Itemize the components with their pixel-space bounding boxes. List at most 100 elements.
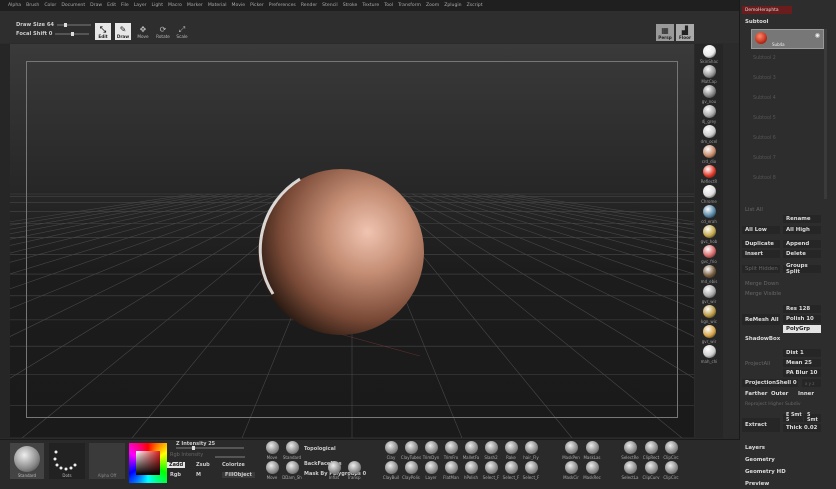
merge-down-button[interactable]: Merge Down	[742, 280, 792, 288]
material-15[interactable]: mah_chi	[699, 345, 719, 364]
select-brush-clipcurv[interactable]: ClipCurv	[641, 461, 661, 480]
menu-draw[interactable]: Draw	[90, 3, 102, 8]
list-all-button[interactable]: List All	[742, 206, 778, 214]
menu-preferences[interactable]: Preferences	[269, 3, 296, 8]
material-7[interactable]: Chrome	[699, 185, 719, 204]
brush-inflat[interactable]: Inflat	[324, 461, 344, 480]
s-smt-slider[interactable]: S Smt	[804, 413, 821, 423]
menu-color[interactable]: Color	[44, 3, 56, 8]
layers-section[interactable]: Layers	[742, 444, 822, 452]
brush-hair-fly[interactable]: hair_Fly	[521, 441, 541, 460]
subtool-slot[interactable]: Subtool 8	[751, 176, 819, 183]
subtool-slot[interactable]: Subtool 7	[751, 156, 819, 163]
menu-zplugin[interactable]: Zplugin	[444, 3, 461, 8]
material-10[interactable]: gvc_frio	[699, 245, 719, 264]
subtool-slot[interactable]: Subtool 4	[751, 96, 819, 103]
brush-trimdyn[interactable]: TrimDyn	[421, 441, 441, 460]
menu-edit[interactable]: Edit	[107, 3, 116, 8]
all-low-button[interactable]: All Low	[742, 226, 780, 234]
alpha-selector[interactable]: Alpha Off	[89, 443, 125, 479]
e-smt-slider[interactable]: E Smt 5	[783, 413, 803, 423]
topological-toggle[interactable]: Topological	[304, 446, 336, 452]
rgb-toggle[interactable]: Rgb	[170, 472, 181, 478]
brush-standard[interactable]: Standard	[282, 441, 302, 460]
menu-material[interactable]: Material	[208, 3, 227, 8]
material-13[interactable]: kgn_wic	[699, 305, 719, 324]
menu-render[interactable]: Render	[301, 3, 317, 8]
brush-rake[interactable]: Rake	[501, 441, 521, 460]
brush-selector[interactable]: Standard	[10, 443, 44, 479]
thick-slider[interactable]: Thick 0.02	[783, 424, 821, 432]
draw-size-slider[interactable]: Draw Size 64	[16, 22, 92, 28]
insert-button[interactable]: Insert	[742, 250, 780, 258]
inner-button[interactable]: Inner	[795, 390, 821, 398]
menu-document[interactable]: Document	[61, 3, 85, 8]
rename-button[interactable]: Rename	[783, 215, 821, 223]
brush-claybuil[interactable]: ClayBuil	[381, 461, 401, 480]
material-4[interactable]: dm_ocel	[699, 125, 719, 144]
select-brush-selectla[interactable]: SelectLa	[620, 461, 640, 480]
xyz-toggle[interactable]: x y z	[802, 379, 821, 387]
color-picker[interactable]	[129, 443, 167, 483]
brush-ddam-sh[interactable]: DDam_Sh	[282, 461, 302, 480]
persp-button[interactable]: ▦ Persp	[656, 24, 674, 41]
geometry-hd-section[interactable]: Geometry HD	[742, 468, 822, 476]
rgb-intensity-track[interactable]	[215, 456, 245, 458]
brush-clay[interactable]: Clay	[381, 441, 401, 460]
brush-select-f[interactable]: Select_F	[501, 461, 521, 480]
move-button[interactable]: ✥ Move	[135, 23, 151, 40]
zadd-toggle[interactable]: Zadd	[167, 462, 186, 468]
menu-zscript[interactable]: Zscript	[467, 3, 483, 8]
groups-split-button[interactable]: Groups Split	[783, 263, 821, 275]
menu-stencil[interactable]: Stencil	[322, 3, 338, 8]
select-brush-clipcirc[interactable]: ClipCirc	[661, 461, 681, 480]
farther-button[interactable]: Farther	[742, 390, 767, 398]
subtool-slot[interactable]: Subtool 3	[751, 76, 819, 83]
pa-blur-slider[interactable]: PA Blur 10	[783, 369, 821, 377]
material-14[interactable]: gvr_wir	[699, 325, 719, 344]
mask-brush-maskcir[interactable]: MaskCir	[561, 461, 581, 480]
rotate-button[interactable]: ⟳ Rotate	[155, 23, 171, 40]
material-9[interactable]: gvc_hob	[699, 225, 719, 244]
remesh-all-button[interactable]: ReMesh All	[742, 314, 780, 325]
brush-trimfro[interactable]: TrimFro	[441, 441, 461, 460]
polish-slider[interactable]: Polish 10	[783, 315, 821, 323]
brush-claytubes[interactable]: ClayTubes	[401, 441, 421, 460]
scale-button[interactable]: ⤢ Scale	[174, 23, 190, 40]
subtool-slot[interactable]: Subtool 2	[751, 56, 819, 63]
zsub-toggle[interactable]: Zsub	[196, 462, 210, 468]
menu-transform[interactable]: Transform	[398, 3, 421, 8]
material-12[interactable]: gvr_wir	[699, 285, 719, 304]
all-high-button[interactable]: All High	[783, 226, 821, 234]
material-5[interactable]: crd_dio	[699, 145, 719, 164]
rgb-intensity-label[interactable]: Rgb Intensity	[170, 452, 203, 458]
m-toggle[interactable]: M	[196, 472, 201, 478]
z-intensity-track[interactable]	[176, 446, 244, 450]
brush-select-f[interactable]: Select_F	[521, 461, 541, 480]
dist-slider[interactable]: Dist 1	[783, 349, 821, 357]
shadowbox-button[interactable]: ShadowBox	[742, 335, 792, 343]
menu-picker[interactable]: Picker	[250, 3, 264, 8]
polygrp-toggle[interactable]: PolyGrp	[783, 325, 821, 333]
menu-alpha[interactable]: Alpha	[8, 3, 21, 8]
menu-marker[interactable]: Marker	[187, 3, 203, 8]
select-brush-selectre[interactable]: SelectRe	[620, 441, 640, 460]
material-8[interactable]: cd_erah	[699, 205, 719, 224]
mask-brush-maskpen[interactable]: MaskPen	[561, 441, 581, 460]
brush-move[interactable]: Move	[262, 441, 282, 460]
material-0[interactable]: SkinShac	[699, 45, 719, 64]
brush-flatman[interactable]: FlatMan	[441, 461, 461, 480]
geometry-section[interactable]: Geometry	[742, 456, 822, 464]
colorize-toggle[interactable]: Colorize	[222, 462, 245, 468]
brush-claypolis[interactable]: ClayPolis	[401, 461, 421, 480]
brush-move[interactable]: Move	[262, 461, 282, 480]
subtool-slot[interactable]: Subtool 5	[751, 116, 819, 123]
color-square[interactable]	[136, 451, 160, 475]
preview-section[interactable]: Preview	[742, 480, 822, 488]
material-2[interactable]: gv_nou	[699, 85, 719, 104]
menu-texture[interactable]: Texture	[362, 3, 379, 8]
append-button[interactable]: Append	[783, 240, 821, 248]
focal-shift-slider[interactable]: Focal Shift 0	[16, 31, 90, 37]
subtool-slot[interactable]: Subtool 6	[751, 136, 819, 143]
menu-movie[interactable]: Movie	[231, 3, 245, 8]
